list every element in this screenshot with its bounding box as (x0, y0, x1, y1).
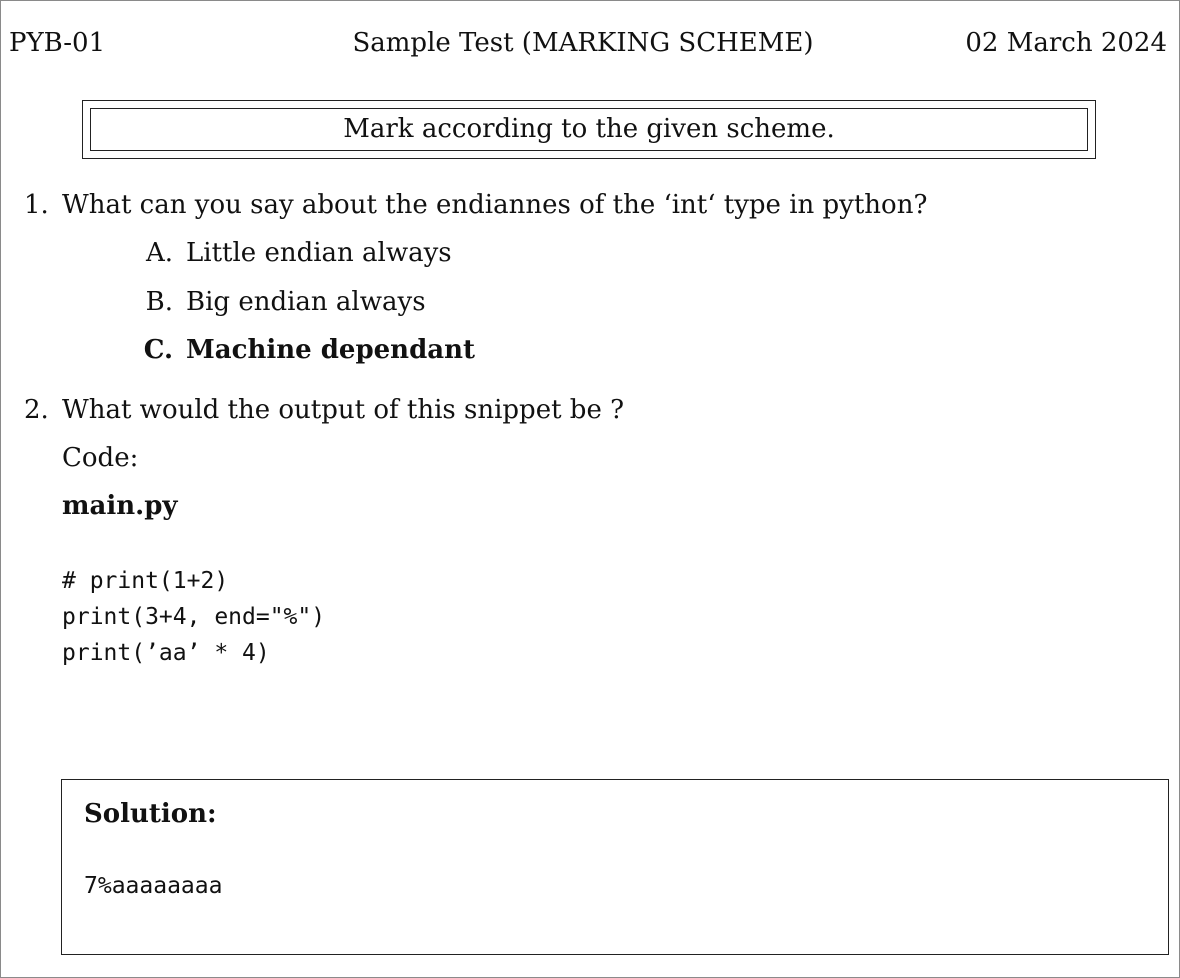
marking-notice: Mark according to the given scheme. (90, 108, 1088, 151)
code-line-2: print(3+4, end="%") (62, 604, 326, 630)
option-c-letter: C. (143, 335, 173, 365)
question-1-number: 1. (24, 190, 49, 220)
code-line-3: print(’aa’ * 4) (62, 640, 270, 666)
exam-date: 02 March 2024 (965, 28, 1167, 58)
code-line-1: # print(1+2) (62, 568, 229, 594)
option-c-text: Machine dependant (186, 335, 476, 365)
option-b-letter: B. (145, 287, 173, 317)
marking-notice-box: Mark according to the given scheme. (82, 100, 1096, 159)
question-1-text: What can you say about the endiannes of … (62, 190, 928, 220)
solution-answer: 7%aaaaaaaa (84, 873, 223, 899)
question-2-number: 2. (24, 395, 49, 425)
option-a-text: Little endian always (186, 238, 452, 268)
option-a-letter: A. (145, 238, 173, 268)
solution-box: Solution: 7%aaaaaaaa (61, 779, 1169, 955)
code-label: Code: (62, 443, 139, 473)
solution-title: Solution: (84, 799, 217, 829)
option-b-text: Big endian always (186, 287, 426, 317)
exam-page: PYB-01 Sample Test (MARKING SCHEME) 02 M… (0, 0, 1180, 978)
question-2-text: What would the output of this snippet be… (62, 395, 625, 425)
code-filename: main.py (62, 491, 178, 521)
